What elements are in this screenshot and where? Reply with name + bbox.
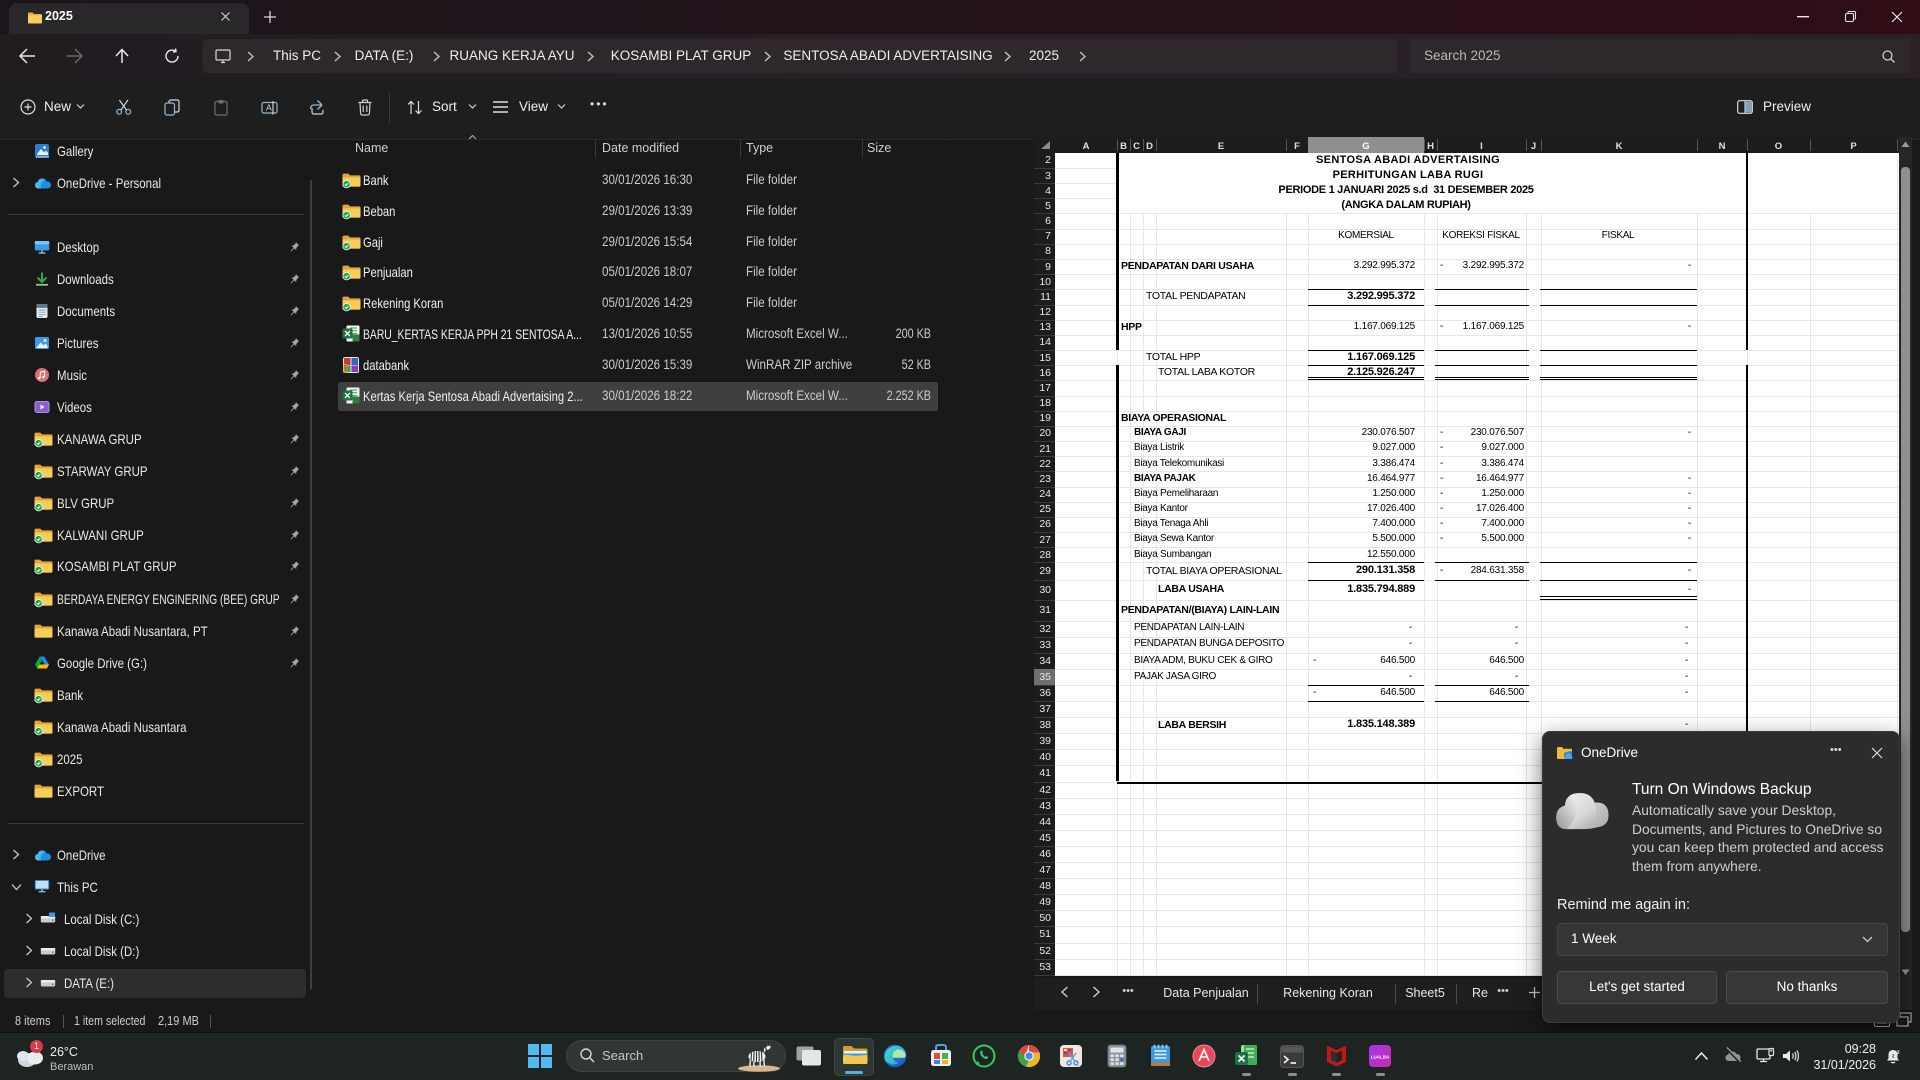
svg-text:LUALBA: LUALBA: [1371, 1055, 1390, 1060]
svg-text:A: A: [266, 103, 272, 113]
svg-text:z: z: [1897, 1049, 1901, 1056]
